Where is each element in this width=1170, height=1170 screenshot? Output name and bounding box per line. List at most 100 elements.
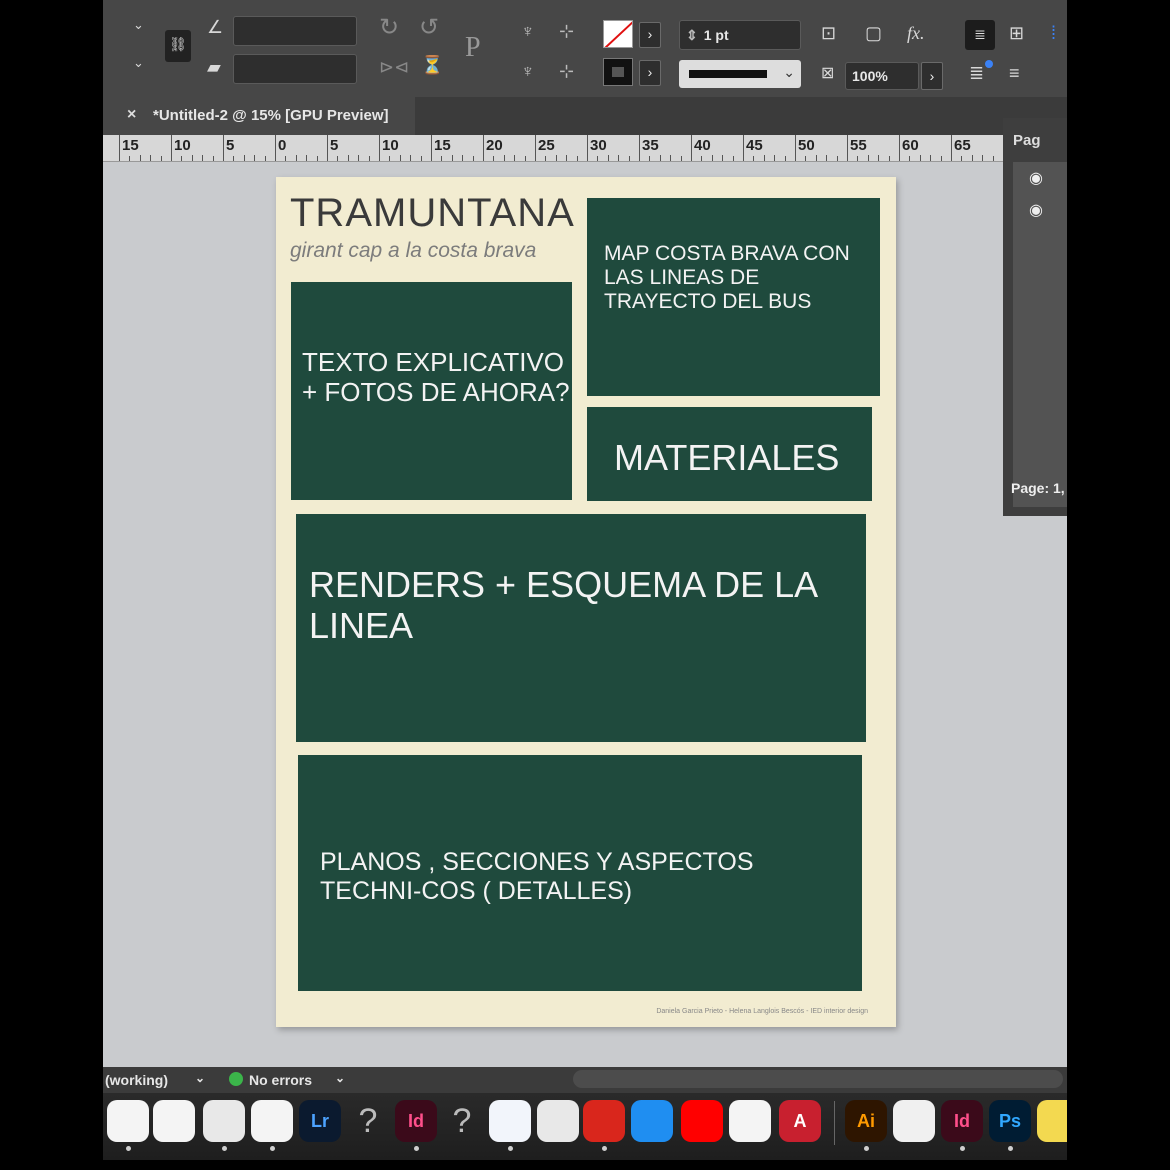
dock-autocad-icon[interactable]: A xyxy=(779,1100,821,1142)
horizontal-scrollbar[interactable] xyxy=(573,1070,1063,1088)
stroke-type-dropdown[interactable]: ⌄ xyxy=(679,60,801,88)
constrain-proportions-icon[interactable]: ⛓ xyxy=(165,30,191,62)
rotation-angle-field[interactable] xyxy=(233,54,357,84)
stroke-swatch-icon[interactable] xyxy=(603,58,633,86)
dock-preview-icon[interactable] xyxy=(537,1100,579,1142)
text-columns-icon[interactable]: ⊞ xyxy=(1009,24,1024,42)
close-tab-icon[interactable]: × xyxy=(127,106,136,124)
dock-photoshop-icon[interactable]: Ps xyxy=(989,1100,1031,1142)
ruler-minor-tick xyxy=(878,155,880,161)
ruler-minor-tick xyxy=(597,156,599,161)
ruler-minor-tick xyxy=(732,156,734,161)
shear-angle-field[interactable] xyxy=(233,16,357,46)
pages-list[interactable]: ◉ ◉ xyxy=(1013,162,1067,507)
ruler-minor-tick xyxy=(524,156,526,161)
select-next-icon[interactable]: ⊹ xyxy=(559,22,574,40)
chevron-down-icon[interactable]: ⌄ xyxy=(133,56,144,69)
dock-textedit-icon[interactable] xyxy=(893,1100,935,1142)
ruler-minor-tick xyxy=(649,156,651,161)
dock-indesign-1-icon[interactable]: Id xyxy=(395,1100,437,1142)
dock-sketchup-icon[interactable] xyxy=(489,1100,531,1142)
map-frame[interactable]: MAP COSTA BRAVA CON LAS LINEAS DE TRAYEC… xyxy=(587,198,880,396)
dock-youtube-icon[interactable] xyxy=(681,1100,723,1142)
planos-frame[interactable]: PLANOS , SECCIONES Y ASPECTOS TECHNI-COS… xyxy=(298,755,862,991)
dock-chrome-icon[interactable] xyxy=(203,1100,245,1142)
texto-frame[interactable]: TEXTO EXPLICATIVO + FOTOS DE AHORA? xyxy=(291,282,572,500)
document-tab[interactable]: × *Untitled-2 @ 15% [GPU Preview] xyxy=(103,97,415,135)
drop-shadow-icon[interactable]: ▢ xyxy=(865,24,882,42)
dock-running-indicator xyxy=(270,1146,275,1151)
fill-menu-arrow-icon[interactable]: › xyxy=(639,22,661,48)
ruler-major-tick xyxy=(587,135,588,161)
dock-unknown-2-icon[interactable]: ? xyxy=(441,1100,483,1142)
dock-acrobat-icon[interactable] xyxy=(583,1100,625,1142)
chevron-down-icon[interactable]: ⌄ xyxy=(335,1071,345,1085)
materiales-frame[interactable]: MATERIALES xyxy=(587,407,872,501)
renders-frame[interactable]: RENDERS + ESQUEMA DE LA LINEA xyxy=(296,514,866,742)
dock-indesign-2-icon[interactable]: Id xyxy=(941,1100,983,1142)
poster-title: TRAMUNTANA xyxy=(290,191,575,235)
ruler-minor-tick xyxy=(628,156,630,161)
text-frame-options-icon[interactable]: ⁞ xyxy=(1051,24,1056,42)
effects-fx-button[interactable]: fx. xyxy=(907,24,925,42)
dock-whatsapp-icon[interactable] xyxy=(251,1100,293,1142)
rotate-ccw-icon[interactable]: ↺ xyxy=(419,16,439,40)
dock-lightroom-icon[interactable]: Lr xyxy=(299,1100,341,1142)
pages-panel: Pag ◉ ◉ Page: 1, xyxy=(1003,118,1067,516)
flip-vertical-icon[interactable]: ⏳ xyxy=(421,56,443,74)
align-bottom-icon[interactable]: ≡ xyxy=(1009,64,1020,82)
status-bar: (working) ⌄ No errors ⌄ xyxy=(103,1067,1067,1093)
ruler-label: 25 xyxy=(538,137,555,154)
dock-unknown-1-icon[interactable]: ? xyxy=(347,1100,389,1142)
map-frame-text: MAP COSTA BRAVA CON LAS LINEAS DE TRAYEC… xyxy=(604,242,850,314)
ruler-label: 35 xyxy=(642,137,659,154)
eye-icon[interactable]: ◉ xyxy=(1029,200,1043,220)
chevron-down-icon[interactable]: ⌄ xyxy=(133,18,144,31)
rotate-cw-icon[interactable]: ↻ xyxy=(379,16,399,40)
ruler-major-tick xyxy=(275,135,276,161)
ruler-major-tick xyxy=(119,135,120,161)
stroke-weight-field[interactable]: ⇕ 1 pt xyxy=(679,20,801,50)
ruler-minor-tick xyxy=(285,156,287,161)
select-content-icon[interactable]: ♆ xyxy=(521,62,535,80)
align-to-baseline-icon[interactable]: ≣ xyxy=(969,64,984,82)
select-container-icon[interactable]: ♆ xyxy=(521,22,535,40)
opacity-field[interactable]: 100% xyxy=(845,62,919,90)
align-justify-icon[interactable]: ≣ xyxy=(965,20,995,50)
preflight-status-label[interactable]: No errors xyxy=(249,1072,312,1088)
ruler-major-tick xyxy=(639,135,640,161)
ruler-minor-tick xyxy=(763,155,765,161)
eye-icon[interactable]: ◉ xyxy=(1029,168,1043,188)
dock-app-store-icon[interactable] xyxy=(631,1100,673,1142)
pages-panel-title[interactable]: Pag xyxy=(1013,132,1041,149)
dock-notes-icon[interactable] xyxy=(107,1100,149,1142)
dock-running-indicator xyxy=(960,1146,965,1151)
ruler-major-tick xyxy=(431,135,432,161)
ruler-minor-tick xyxy=(722,155,724,161)
ruler-minor-tick xyxy=(451,155,453,161)
ruler-minor-tick xyxy=(337,156,339,161)
stroke-menu-arrow-icon[interactable]: › xyxy=(639,60,661,86)
opacity-menu-arrow-icon[interactable]: › xyxy=(921,62,943,90)
ruler-minor-tick xyxy=(992,156,994,161)
dock-creative-cloud-icon[interactable] xyxy=(729,1100,771,1142)
paragraph-icon[interactable]: P xyxy=(465,34,481,62)
ruler-minor-tick xyxy=(316,156,318,161)
horizontal-ruler[interactable]: 15105051015202530354045505560657 xyxy=(103,135,1067,162)
dock-reminders-icon[interactable] xyxy=(153,1100,195,1142)
dock-illustrator-icon[interactable]: Ai xyxy=(845,1100,887,1142)
ruler-minor-tick xyxy=(753,156,755,161)
chevron-down-icon[interactable]: ⌄ xyxy=(195,1071,205,1085)
flip-horizontal-icon[interactable]: ⊳⊲ xyxy=(379,58,409,76)
profile-label[interactable]: (working) xyxy=(105,1072,168,1088)
ruler-minor-tick xyxy=(150,155,152,161)
ruler-label: 15 xyxy=(122,137,139,154)
ruler-minor-tick xyxy=(659,155,661,161)
document-page[interactable]: TRAMUNTANA girant cap a la costa brava M… xyxy=(276,177,896,1027)
fill-swatch-none-icon[interactable] xyxy=(603,20,633,48)
frame-fitting-icon[interactable]: ⊡ xyxy=(821,24,836,42)
dock-running-indicator xyxy=(126,1146,131,1151)
select-previous-icon[interactable]: ⊹ xyxy=(559,62,574,80)
ruler-minor-tick xyxy=(233,156,235,161)
dock-stickies-icon[interactable] xyxy=(1037,1100,1067,1142)
